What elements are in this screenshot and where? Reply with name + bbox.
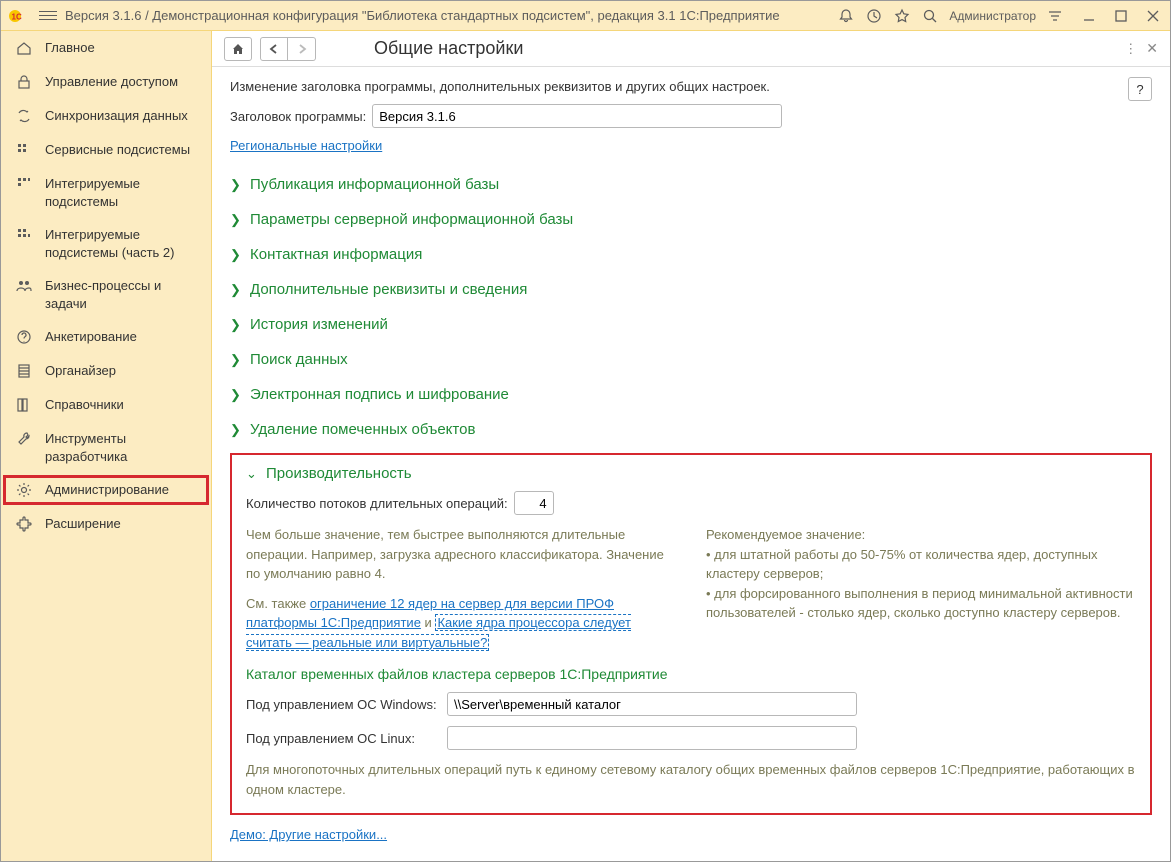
sidebar-item-ref[interactable]: Справочники: [1, 388, 211, 422]
current-user[interactable]: Администратор: [949, 9, 1036, 23]
notebook-icon: [15, 362, 33, 380]
section-perf[interactable]: ⌄Производительность: [246, 465, 1136, 491]
chevron-right-icon: ❯: [230, 352, 244, 368]
win-path-label: Под управлением ОС Windows:: [246, 697, 441, 712]
app-title: Версия 3.1.6 / Демонстрационная конфигур…: [65, 8, 829, 23]
app-title-label: Заголовок программы:: [230, 109, 366, 124]
chevron-right-icon: ❯: [230, 212, 244, 228]
perf-see-also: См. также ограничение 12 ядер на сервер …: [246, 594, 676, 653]
sidebar: Главное Управление доступом Синхронизаци…: [1, 31, 212, 861]
home-icon: [15, 39, 33, 57]
sidebar-item-devtools[interactable]: Инструменты разработчика: [1, 422, 211, 473]
intro-text: Изменение заголовка программы, дополните…: [230, 79, 1152, 94]
chevron-right-icon: ❯: [230, 247, 244, 263]
people-icon: [15, 277, 33, 295]
section-search[interactable]: ❯Поиск данных: [230, 342, 1152, 377]
section-pub[interactable]: ❯Публикация информационной базы: [230, 167, 1152, 202]
close-icon[interactable]: [1144, 7, 1162, 25]
sync-icon: [15, 107, 33, 125]
sidebar-item-access[interactable]: Управление доступом: [1, 65, 211, 99]
chevron-right-icon: ❯: [230, 317, 244, 333]
sidebar-item-survey[interactable]: Анкетирование: [1, 320, 211, 354]
win-path-input[interactable]: [447, 692, 857, 716]
modules3-icon: [15, 226, 33, 244]
svg-text:1С: 1С: [12, 12, 22, 21]
threads-input[interactable]: [514, 491, 554, 515]
chevron-right-icon: ❯: [230, 177, 244, 193]
sidebar-item-integr1[interactable]: Интегрируемые подсистемы: [1, 167, 211, 218]
linux-path-label: Под управлением ОС Linux:: [246, 731, 441, 746]
perf-right-b2: • для форсированного выполнения в период…: [706, 584, 1136, 623]
modules2-icon: [15, 175, 33, 193]
chevron-down-icon: ⌄: [246, 466, 260, 482]
close-tab-icon[interactable]: ✕: [1146, 40, 1158, 57]
question-icon: [15, 328, 33, 346]
home-button[interactable]: [224, 37, 252, 61]
more-icon[interactable]: ⋮: [1124, 41, 1138, 57]
regional-settings-link[interactable]: Региональные настройки: [230, 138, 382, 153]
filter-icon[interactable]: [1046, 7, 1064, 25]
perf-left-note: Чем больше значение, тем быстрее выполня…: [246, 525, 676, 584]
demo-link[interactable]: Демо: Другие настройки...: [230, 827, 387, 842]
sidebar-item-main[interactable]: Главное: [1, 31, 211, 65]
modules-icon: [15, 141, 33, 159]
section-extra[interactable]: ❯Дополнительные реквизиты и сведения: [230, 272, 1152, 307]
section-sign[interactable]: ❯Электронная подпись и шифрование: [230, 377, 1152, 412]
window-controls: [1080, 7, 1162, 25]
sidebar-item-organizer[interactable]: Органайзер: [1, 354, 211, 388]
history-icon[interactable]: [865, 7, 883, 25]
gear-icon: [15, 481, 33, 499]
wrench-icon: [15, 430, 33, 448]
help-button[interactable]: ?: [1128, 77, 1152, 101]
linux-path-input[interactable]: [447, 726, 857, 750]
books-icon: [15, 396, 33, 414]
page-title: Общие настройки: [374, 38, 523, 59]
threads-label: Количество потоков длительных операций:: [246, 496, 508, 511]
chevron-right-icon: ❯: [230, 387, 244, 403]
section-delete[interactable]: ❯Удаление помеченных объектов: [230, 412, 1152, 447]
sidebar-item-ext[interactable]: Расширение: [1, 507, 211, 541]
chevron-right-icon: ❯: [230, 422, 244, 438]
search-icon[interactable]: [921, 7, 939, 25]
perf-right-title: Рекомендуемое значение:: [706, 525, 1136, 545]
catalog-title: Каталог временных файлов кластера сервер…: [246, 666, 1136, 682]
chevron-right-icon: ❯: [230, 282, 244, 298]
section-history[interactable]: ❯История изменений: [230, 307, 1152, 342]
app-title-input[interactable]: [372, 104, 782, 128]
catalog-note: Для многопоточных длительных операций пу…: [246, 760, 1136, 799]
performance-section: ⌄Производительность Количество потоков д…: [230, 453, 1152, 815]
minimize-icon[interactable]: [1080, 7, 1098, 25]
sidebar-item-admin[interactable]: Администрирование: [1, 473, 211, 507]
logo-1c: 1С: [9, 8, 31, 24]
titlebar-actions: Администратор: [837, 7, 1064, 25]
sidebar-item-integr2[interactable]: Интегрируемые подсистемы (часть 2): [1, 218, 211, 269]
back-button[interactable]: [260, 37, 288, 61]
sidebar-item-service[interactable]: Сервисные подсистемы: [1, 133, 211, 167]
main-area: Общие настройки ⋮ ✕ ? Изменение заголовк…: [212, 31, 1170, 861]
star-icon[interactable]: [893, 7, 911, 25]
puzzle-icon: [15, 515, 33, 533]
forward-button[interactable]: [288, 37, 316, 61]
section-server[interactable]: ❯Параметры серверной информационной базы: [230, 202, 1152, 237]
sidebar-item-sync[interactable]: Синхронизация данных: [1, 99, 211, 133]
bell-icon[interactable]: [837, 7, 855, 25]
toolbar: Общие настройки ⋮ ✕: [212, 31, 1170, 67]
perf-right-b1: • для штатной работы до 50-75% от количе…: [706, 545, 1136, 584]
content: ? Изменение заголовка программы, дополни…: [212, 67, 1170, 861]
section-contact[interactable]: ❯Контактная информация: [230, 237, 1152, 272]
maximize-icon[interactable]: [1112, 7, 1130, 25]
hamburger-icon[interactable]: [39, 11, 57, 20]
sidebar-item-biz[interactable]: Бизнес-процессы и задачи: [1, 269, 211, 320]
titlebar: 1С Версия 3.1.6 / Демонстрационная конфи…: [1, 1, 1170, 31]
lock-icon: [15, 73, 33, 91]
